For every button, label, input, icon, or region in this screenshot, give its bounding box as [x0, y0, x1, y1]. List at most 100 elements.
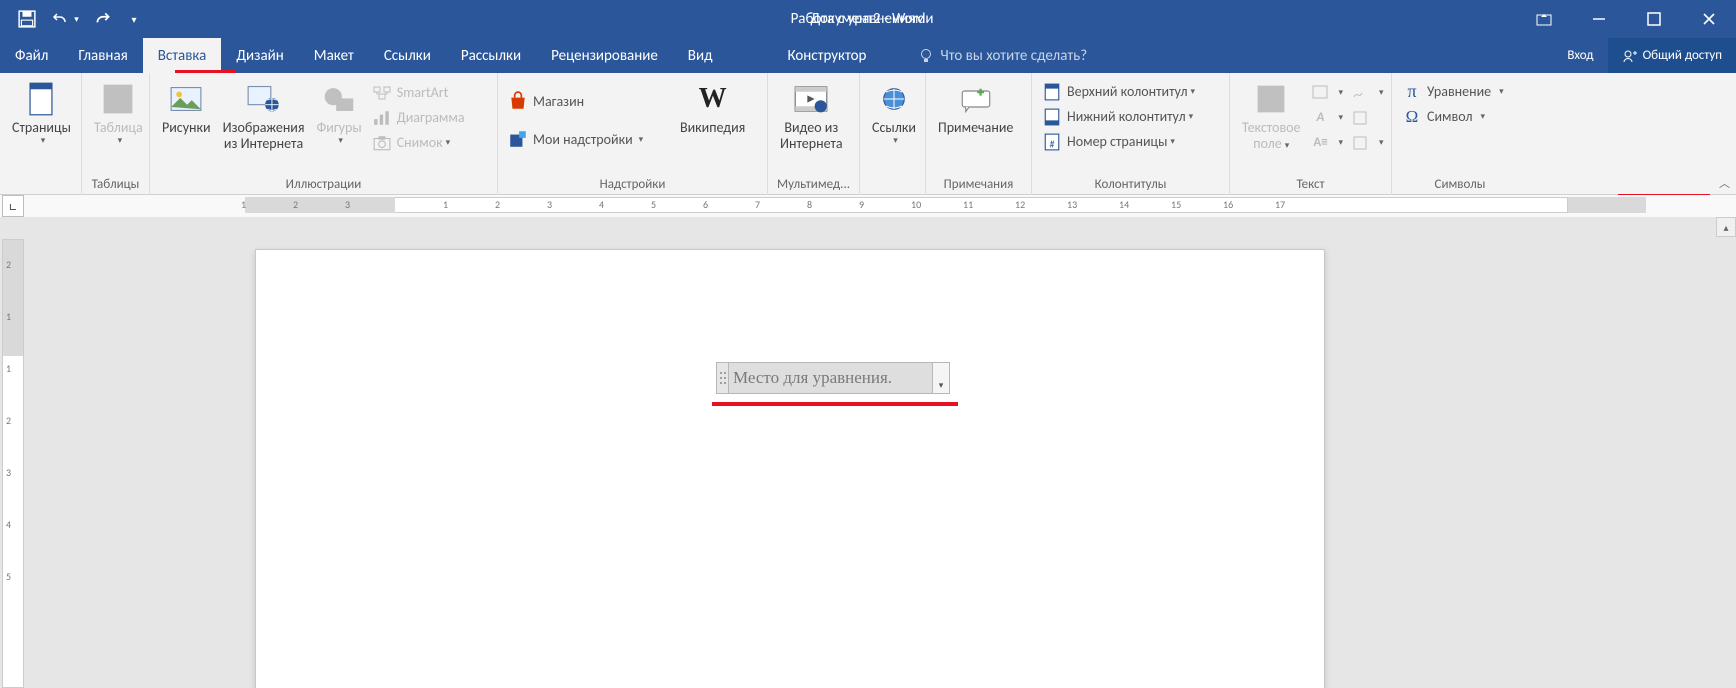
chart-button[interactable]: Диаграмма	[368, 105, 469, 130]
share-label: Общий доступ	[1643, 48, 1722, 63]
chart-icon	[373, 110, 391, 126]
tab-review[interactable]: Рецензирование	[536, 38, 673, 73]
document-workspace: 2112345 ▴ Место для уравнения. ▾	[0, 217, 1736, 688]
textbox-icon: A	[1257, 85, 1285, 113]
minimize-button[interactable]	[1571, 0, 1626, 38]
tab-home[interactable]: Главная	[63, 38, 142, 73]
shapes-button[interactable]: Фигуры ▾	[311, 76, 368, 170]
group-text: A Текстовоеполе▾ ▾ A▾ A≡▾ ▾ ▾ Текст	[1230, 73, 1392, 195]
tab-constructor[interactable]: Конструктор	[757, 38, 896, 73]
wordart-button[interactable]: A▾	[1307, 105, 1348, 130]
online-pictures-button[interactable]: Изображенияиз Интернета	[217, 76, 311, 170]
tab-references[interactable]: Ссылки	[369, 38, 446, 73]
ruler-row: ∟ 3211234567891011121314151617	[0, 195, 1736, 217]
tab-design[interactable]: Дизайн	[221, 38, 298, 73]
wikipedia-icon: W	[699, 83, 727, 115]
undo-icon	[51, 10, 71, 28]
group-comments-label: Примечания	[926, 173, 1031, 195]
equation-red-marker	[712, 402, 958, 406]
scroll-up-button[interactable]: ▴	[1716, 217, 1736, 237]
pi-icon: π	[1407, 81, 1416, 102]
dropcap-button[interactable]: A≡▾	[1307, 130, 1348, 155]
datetime-button[interactable]	[1347, 105, 1388, 130]
save-button[interactable]	[8, 0, 46, 38]
close-button[interactable]	[1681, 0, 1736, 38]
group-pages: Страницы ▾ Таблицы	[0, 73, 82, 195]
quick-access-toolbar: ▾ ▾	[0, 0, 146, 38]
tellme-box[interactable]: Что вы хотите сделать?	[896, 38, 1553, 73]
ribbon-options-icon	[1536, 12, 1552, 26]
window-controls	[1516, 0, 1736, 38]
ribbon-display-options-button[interactable]	[1516, 0, 1571, 38]
redo-button[interactable]	[84, 0, 122, 38]
pagenum-icon: #	[1044, 133, 1060, 151]
horizontal-ruler[interactable]: 3211234567891011121314151617	[245, 195, 1646, 217]
tab-mailings[interactable]: Рассылки	[446, 38, 536, 73]
tab-view[interactable]: Вид	[673, 38, 728, 73]
textbox-button[interactable]: A Текстовоеполе▾	[1236, 76, 1307, 170]
equation-options-button[interactable]: ▾	[933, 362, 950, 394]
links-button[interactable]: Ссылки ▾	[866, 76, 922, 170]
group-media: Видео изИнтернета Мультимед...	[768, 73, 860, 195]
equation-placeholder-text[interactable]: Место для уравнения.	[729, 362, 933, 394]
group-links: Ссылки ▾	[860, 73, 926, 195]
group-illustrations: Рисунки Изображенияиз Интернета Фигуры ▾…	[150, 73, 498, 195]
customize-qat-button[interactable]: ▾	[122, 0, 146, 38]
footer-button[interactable]: Нижний колонтитул▾	[1038, 104, 1197, 129]
group-symbols-label: Символы	[1392, 173, 1528, 195]
dropcap-icon: A≡	[1313, 135, 1327, 150]
online-pictures-icon	[247, 84, 281, 114]
screenshot-icon	[373, 135, 391, 151]
tab-selector-button[interactable]: ∟	[2, 195, 24, 217]
document-page[interactable]: Место для уравнения. ▾	[255, 249, 1325, 688]
online-video-button[interactable]: Видео изИнтернета	[774, 76, 849, 170]
share-button[interactable]: Общий доступ	[1608, 38, 1736, 73]
equation-placeholder-box[interactable]: Место для уравнения. ▾	[716, 362, 950, 394]
lightbulb-icon	[918, 48, 934, 64]
undo-button[interactable]: ▾	[46, 0, 84, 38]
title-bar: ▾ ▾ Документ2 - Word Работа с уравнениям…	[0, 0, 1736, 38]
equation-handle[interactable]	[716, 362, 729, 394]
symbol-button[interactable]: ΩСимвол▾	[1398, 104, 1489, 129]
collapse-ribbon-button[interactable]: ︿	[1719, 175, 1730, 191]
object-icon	[1352, 135, 1370, 151]
comment-button[interactable]: Примечание	[932, 76, 1019, 170]
table-button[interactable]: Таблица ▾	[88, 76, 149, 170]
group-text-label: Текст	[1230, 173, 1391, 195]
wikipedia-button[interactable]: W Википедия	[674, 76, 751, 170]
page-number-button[interactable]: #Номер страницы▾	[1038, 129, 1179, 154]
smartart-button[interactable]: SmartArt	[368, 80, 469, 105]
page-icon	[27, 82, 55, 116]
equation-button[interactable]: πУравнение▾	[1398, 79, 1508, 104]
addins-icon	[508, 129, 528, 149]
signature-button[interactable]: ▾	[1347, 80, 1388, 105]
tab-file[interactable]: Файл	[0, 38, 63, 73]
object-button[interactable]: ▾	[1347, 130, 1388, 155]
comment-icon	[960, 85, 992, 113]
footer-icon	[1044, 108, 1060, 126]
group-symbols: πУравнение▾ ΩСимвол▾ Символы	[1392, 73, 1528, 195]
tab-layout[interactable]: Макет	[299, 38, 369, 73]
maximize-button[interactable]	[1626, 0, 1681, 38]
header-icon	[1044, 83, 1060, 101]
picture-icon	[170, 85, 202, 113]
pages-button[interactable]: Страницы ▾	[6, 76, 77, 170]
signature-icon	[1352, 85, 1370, 101]
redo-icon	[94, 10, 112, 28]
group-tables: Таблица ▾ Таблицы	[82, 73, 150, 195]
group-illustrations-label: Иллюстрации	[150, 173, 497, 195]
quick-parts-button[interactable]: ▾	[1307, 80, 1348, 105]
tab-insert[interactable]: Вставка	[143, 38, 222, 73]
store-button[interactable]: Магазин	[504, 82, 674, 120]
myaddins-button[interactable]: Мои надстройки▾	[504, 120, 674, 158]
screenshot-button[interactable]: Снимок▾	[368, 130, 469, 155]
wordart-icon: A	[1317, 110, 1325, 125]
contextual-tab-title: Работа с уравнениями	[777, 0, 947, 38]
svg-text:A: A	[1266, 88, 1277, 110]
vertical-ruler[interactable]: 2112345	[2, 239, 24, 688]
datetime-icon	[1352, 110, 1370, 126]
shapes-icon	[323, 84, 355, 114]
pictures-button[interactable]: Рисунки	[156, 76, 217, 170]
header-button[interactable]: Верхний колонтитул▾	[1038, 79, 1199, 104]
signin-button[interactable]: Вход	[1553, 38, 1607, 73]
